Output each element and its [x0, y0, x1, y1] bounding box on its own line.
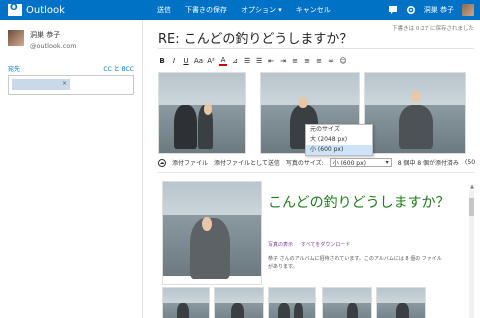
indent-button[interactable]: ⇥ [279, 57, 287, 65]
outlook-icon [8, 3, 22, 16]
photo-size-value: 小 (600 px) [332, 160, 366, 167]
scrollbar[interactable] [469, 190, 474, 318]
align-right-button[interactable]: ≡ [315, 57, 323, 65]
photo-size-menu[interactable]: 元のサイズ 大 (2048 px) 小 (600 px) [305, 124, 373, 156]
album-thumbnail[interactable] [376, 287, 426, 318]
attachment-bar: ☁ 添付ファイル 添付ファイルとして送信 写真のサイズ: 小 (600 px) … [158, 158, 480, 167]
messenger-icon[interactable] [388, 5, 398, 15]
top-right-area: 洞巣 恭子 [388, 0, 480, 20]
user-name[interactable]: 洞巣 恭子 [424, 5, 454, 15]
message-body[interactable]: こんどの釣りどうしますか？ 写真の表示 すべてをダウンロード 恭子 さんのアルバ… [158, 172, 474, 318]
command-bar: 送信 下書きの保存 オプション ▾ キャンセル [150, 0, 338, 20]
sender-name: 洞巣 恭子 [30, 31, 61, 39]
font-color-button[interactable]: A [219, 56, 228, 66]
avatar[interactable] [462, 4, 474, 16]
sender-avatar [8, 30, 24, 46]
album-description: 恭子 さんのアルバムに招待されています。このアルバムには 8 個の ファイル が… [268, 256, 442, 270]
align-left-button[interactable]: ≡ [291, 57, 299, 65]
grow-font-button[interactable]: A² [207, 57, 215, 65]
saved-notice: 下書きは 0:27 に保存されました [392, 26, 474, 32]
highlight-button[interactable]: ⊿ [231, 57, 239, 65]
attached-photo[interactable] [158, 72, 246, 154]
send-button[interactable]: 送信 [150, 0, 178, 20]
to-row: 宛先 CC と BCC [0, 56, 142, 75]
attach-link[interactable]: 添付ファイル [172, 158, 208, 167]
app-name: Outlook [26, 4, 65, 16]
underline-button[interactable]: U [182, 57, 190, 65]
cc-bcc-link[interactable]: CC と BCC [103, 64, 134, 73]
format-toolbar: B I U Aa A² A ⊿ ☰ ☰ ⇤ ⇥ ≡ ≡ ≡ ∞ ☺ [158, 54, 347, 68]
attach-count-extra: (50 [465, 159, 476, 166]
chevron-down-icon: ▾ [385, 159, 389, 166]
album-thumbnail[interactable] [214, 287, 264, 318]
album-title: こんどの釣りどうしますか？ [268, 195, 450, 211]
album-thumbnail[interactable] [162, 287, 210, 318]
album-thumbnail[interactable] [322, 287, 372, 318]
album-thumbnail[interactable] [268, 287, 316, 318]
size-option[interactable]: 元のサイズ [306, 125, 372, 135]
show-photos-link[interactable]: 写真の表示 [268, 241, 293, 248]
top-bar: Outlook 送信 下書きの保存 オプション ▾ キャンセル 洞巣 恭子 [0, 0, 480, 20]
italic-button[interactable]: I [170, 57, 178, 65]
size-option-selected[interactable]: 小 (600 px) [306, 145, 372, 155]
size-option[interactable]: 大 (2048 px) [306, 135, 372, 145]
cancel-button[interactable]: キャンセル [289, 0, 338, 20]
album-links: 写真の表示 すべてをダウンロード [268, 241, 350, 248]
bold-button[interactable]: B [158, 57, 166, 65]
close-icon[interactable]: × [62, 80, 67, 87]
album-cover-photo[interactable] [162, 181, 262, 285]
link-button[interactable]: ∞ [327, 57, 335, 65]
sender-info: 洞巣 恭子 @outlook.com [0, 20, 142, 56]
numbering-button[interactable]: ☰ [255, 57, 263, 65]
bullets-button[interactable]: ☰ [243, 57, 251, 65]
attach-count: 8 個中 8 個が添付済み [397, 160, 460, 167]
scrollbar-thumb[interactable] [469, 198, 474, 216]
compose-left-pane: 洞巣 恭子 @outlook.com 宛先 CC と BCC × [0, 20, 143, 318]
save-draft-button[interactable]: 下書きの保存 [178, 0, 234, 20]
outlook-logo[interactable]: Outlook [0, 0, 150, 20]
gear-icon[interactable] [406, 5, 416, 15]
to-field[interactable]: × [8, 75, 134, 95]
sender-email: @outlook.com [30, 42, 77, 50]
align-center-button[interactable]: ≡ [303, 57, 311, 65]
photo-size-select[interactable]: 小 (600 px) ▾ [329, 158, 392, 167]
options-button[interactable]: オプション ▾ [234, 0, 289, 20]
compose-main: 下書きは 0:27 に保存されました RE: こんどの釣りどうしますか？ B I… [150, 20, 480, 318]
outdent-button[interactable]: ⇤ [267, 57, 275, 65]
download-all-link[interactable]: すべてをダウンロード [301, 241, 350, 248]
divider [158, 48, 474, 49]
recipient-chip[interactable]: × [12, 79, 70, 90]
attach-send-link[interactable]: 添付ファイルとして送信 [214, 158, 280, 167]
emoticon-button[interactable]: ☺ [339, 57, 347, 65]
to-label[interactable]: 宛先 [8, 64, 20, 73]
photo-size-label: 写真のサイズ: [285, 160, 324, 167]
onedrive-icon: ☁ [158, 158, 166, 167]
attached-photo[interactable] [364, 72, 466, 154]
subject-field[interactable]: RE: こんどの釣りどうしますか？ [158, 28, 352, 47]
font-size-button[interactable]: Aa [194, 57, 203, 65]
